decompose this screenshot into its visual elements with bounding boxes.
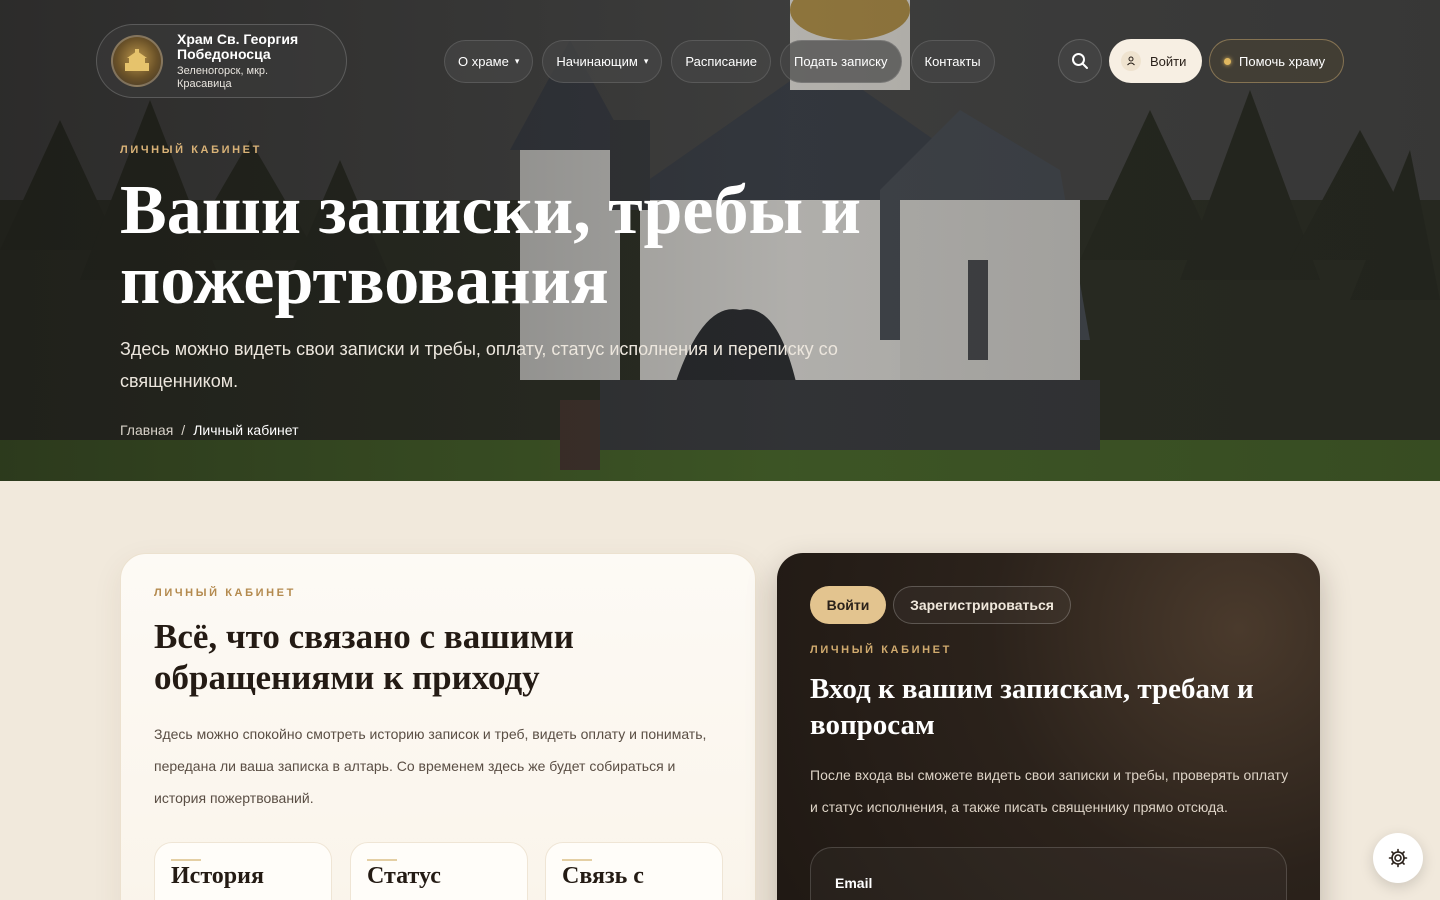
hero-section: Храм Св. Георгия Победоносца Зеленогорск… — [0, 0, 1440, 481]
status-dot-icon — [1224, 57, 1231, 65]
search-icon — [1072, 53, 1088, 69]
nav-item-label: О храме — [458, 54, 509, 69]
brand-title: Храм Св. Георгия Победоносца — [177, 30, 299, 62]
gear-icon — [1388, 848, 1408, 868]
feature-accent-line — [171, 859, 201, 861]
auth-card-title: Вход к вашим запискам, требам и вопросам — [810, 673, 1254, 741]
breadcrumb-separator: / — [181, 422, 186, 438]
feature-title: Связь с — [562, 863, 644, 889]
donate-label: Помочь храму — [1239, 53, 1326, 69]
breadcrumb-current: Личный кабинет — [193, 422, 299, 438]
nav-item-schedule[interactable]: Расписание — [671, 40, 772, 83]
feature-card-contact: Связь с — [545, 842, 723, 900]
email-field[interactable]: Email — [810, 847, 1287, 900]
chevron-down-icon: ▾ — [514, 56, 520, 66]
tab-login[interactable]: Войти — [810, 586, 886, 624]
info-card: ЛИЧНЫЙ КАБИНЕТ Всё, что связано с вашими… — [120, 553, 756, 900]
hero-lead: Здесь можно видеть свои записки и требы,… — [120, 339, 838, 391]
info-card-title: Всё, что связано с вашими обращениями к … — [154, 617, 574, 697]
login-label: Войти — [1150, 53, 1187, 69]
info-card-text: Здесь можно спокойно смотреть историю за… — [154, 726, 707, 806]
feature-card-history: История — [154, 842, 332, 900]
search-button[interactable] — [1058, 39, 1102, 83]
nav-item-about[interactable]: О храме ▾ — [444, 40, 534, 83]
nav-item-contacts[interactable]: Контакты — [910, 40, 995, 83]
tab-register[interactable]: Зарегистрироваться — [893, 586, 1071, 624]
main-nav: О храме ▾ Начинающим ▾ Расписание Подать… — [444, 40, 995, 83]
feature-accent-line — [367, 859, 397, 861]
settings-button[interactable] — [1373, 833, 1423, 883]
nav-item-label: Расписание — [685, 54, 758, 69]
donate-button[interactable]: Помочь храму — [1209, 39, 1344, 83]
feature-card-status: Статус — [350, 842, 528, 900]
feature-accent-line — [562, 859, 592, 861]
email-label: Email — [835, 875, 873, 891]
auth-card-text: После входа вы сможете видеть свои запис… — [810, 767, 1289, 815]
chevron-down-icon: ▾ — [643, 56, 649, 66]
nav-item-submit-note[interactable]: Подать записку — [780, 40, 902, 83]
nav-item-label: Контакты — [924, 54, 981, 69]
brand-subtitle: Зеленогорск, мкр. Красавица — [177, 64, 269, 90]
hero-eyebrow: ЛИЧНЫЙ КАБИНЕТ — [120, 144, 262, 156]
user-icon — [1121, 51, 1141, 71]
page-title: Ваши записки, требы и пожертвования — [120, 172, 861, 319]
nav-item-label: Подать записку — [794, 54, 888, 69]
auth-card: Войти Зарегистрироваться ЛИЧНЫЙ КАБИНЕТ … — [777, 553, 1320, 900]
info-card-eyebrow: ЛИЧНЫЙ КАБИНЕТ — [154, 587, 296, 599]
nav-item-beginners[interactable]: Начинающим ▾ — [542, 40, 663, 83]
church-logo-icon — [111, 35, 163, 87]
breadcrumb: Главная / Личный кабинет — [120, 422, 299, 438]
auth-card-eyebrow: ЛИЧНЫЙ КАБИНЕТ — [810, 644, 952, 656]
breadcrumb-home-link[interactable]: Главная — [120, 422, 173, 438]
nav-item-label: Начинающим — [556, 54, 638, 69]
feature-title: История — [171, 863, 264, 889]
feature-title: Статус — [367, 863, 441, 889]
login-button[interactable]: Войти — [1109, 39, 1202, 83]
brand-logo-link[interactable]: Храм Св. Георгия Победоносца Зеленогорск… — [96, 24, 347, 98]
